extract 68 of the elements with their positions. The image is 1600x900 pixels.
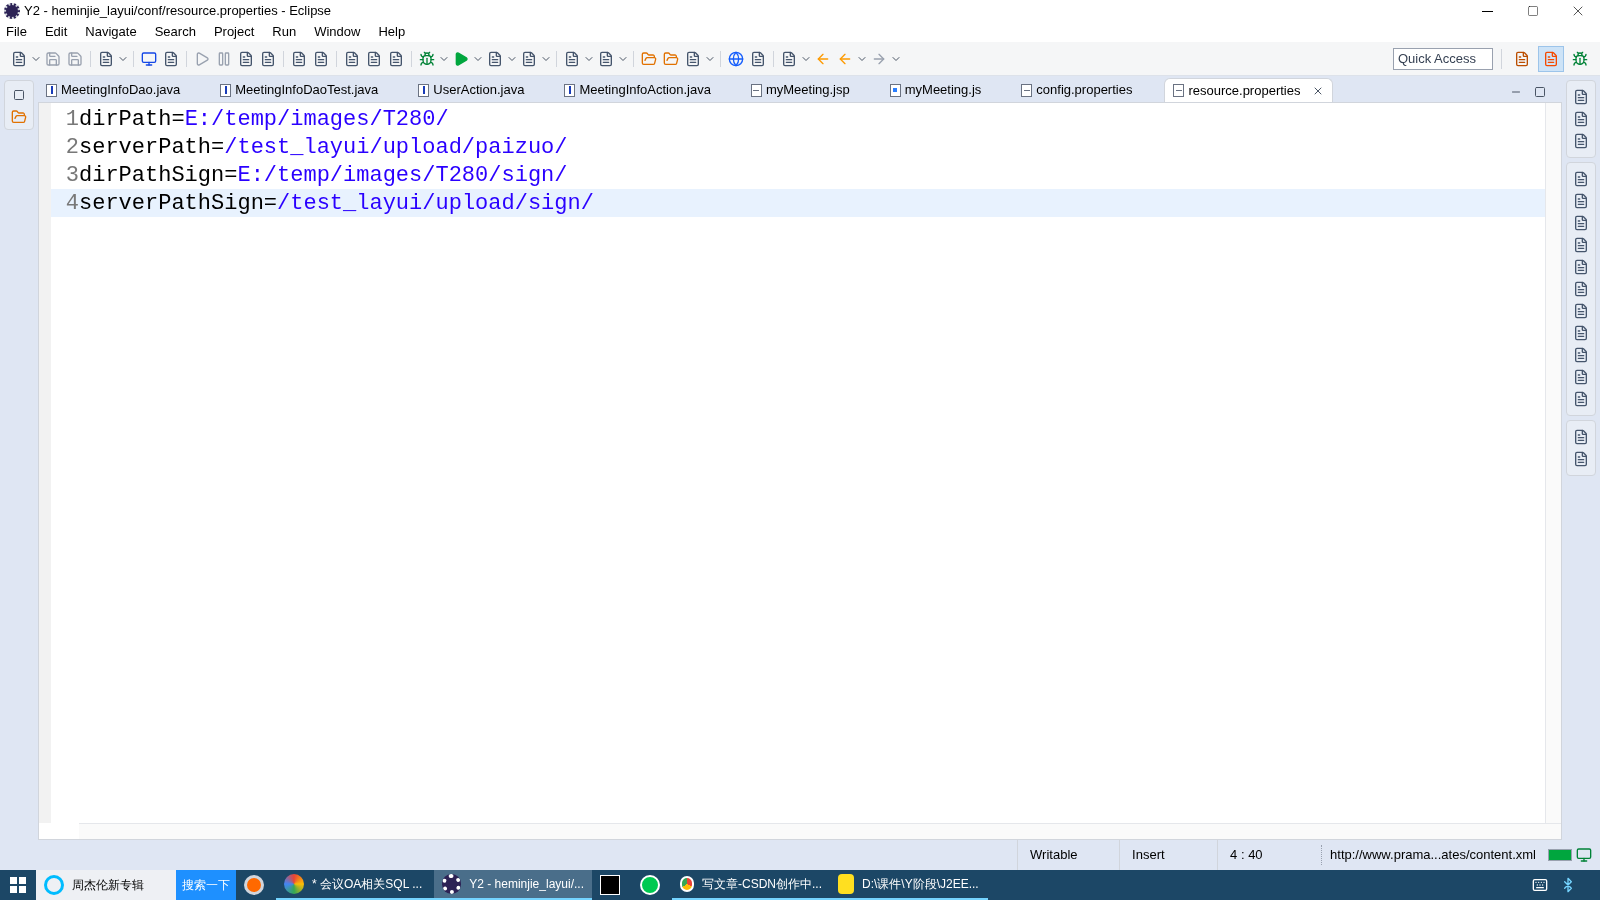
taskbar-button[interactable]: * 会议OA相关SQL ... bbox=[276, 870, 434, 900]
app-icon bbox=[600, 875, 620, 895]
app-icon bbox=[640, 875, 660, 895]
java-file-icon bbox=[564, 83, 576, 97]
view-icon[interactable] bbox=[1573, 369, 1589, 385]
file-icon bbox=[1173, 84, 1185, 97]
editor-tab[interactable]: MeetingInfoDaoTest.java bbox=[212, 78, 387, 102]
taskbar-button[interactable]: D:\课件\Y阶段\J2EE... bbox=[830, 870, 988, 900]
quick-access-field[interactable]: Quick Access bbox=[1393, 47, 1493, 70]
view-icon[interactable] bbox=[1573, 325, 1589, 341]
taskbar-button[interactable]: Y2 - heminjie_layui/... bbox=[434, 870, 592, 900]
view-icon[interactable] bbox=[1573, 391, 1589, 407]
window-title: Y2 - heminjie_layui/conf/resource.properties - Eclipse bbox=[24, 2, 332, 21]
menu-item[interactable]: Window bbox=[312, 22, 363, 42]
maximize-icon[interactable] bbox=[1534, 86, 1546, 98]
view-icon[interactable] bbox=[1573, 303, 1589, 319]
file-icon bbox=[750, 83, 762, 97]
restore-icon[interactable] bbox=[13, 89, 25, 101]
menu-item[interactable]: Help bbox=[376, 22, 408, 42]
view-icon[interactable] bbox=[1573, 133, 1589, 149]
file-icon bbox=[1021, 83, 1033, 97]
java-file-icon bbox=[46, 83, 57, 97]
view-icon[interactable] bbox=[1573, 451, 1589, 467]
editor-tab[interactable]: UserAction.java bbox=[410, 78, 533, 102]
app-icon bbox=[284, 874, 304, 894]
keyboard-icon bbox=[1532, 877, 1548, 893]
perspective-icon[interactable] bbox=[1538, 45, 1564, 72]
line-number: 4 bbox=[64, 189, 79, 218]
menu-item[interactable]: Run bbox=[270, 22, 299, 42]
editor-tab[interactable]: myMeeting.js bbox=[881, 78, 990, 102]
editor-tab[interactable]: myMeeting.jsp bbox=[742, 78, 858, 102]
folder-icon bbox=[838, 874, 854, 894]
view-icon[interactable] bbox=[1573, 171, 1589, 187]
menu-item[interactable]: Project bbox=[211, 22, 257, 42]
menu-item[interactable]: File bbox=[4, 22, 29, 42]
view-icon[interactable] bbox=[1573, 193, 1589, 209]
java-file-icon bbox=[220, 83, 232, 97]
view-icon[interactable] bbox=[1573, 259, 1589, 275]
menu-item[interactable]: Navigate bbox=[83, 22, 139, 42]
menu-item[interactable]: Search bbox=[152, 22, 198, 42]
view-icon[interactable] bbox=[1573, 111, 1589, 127]
monitor-icon bbox=[1576, 847, 1592, 863]
windows-icon bbox=[10, 877, 26, 893]
editor-tab[interactable]: resource.properties bbox=[1164, 78, 1334, 102]
view-icon[interactable] bbox=[1573, 429, 1589, 445]
view-icon[interactable] bbox=[1573, 237, 1589, 253]
view-icon[interactable] bbox=[1573, 347, 1589, 363]
line-number: 1 bbox=[64, 105, 79, 134]
view-icon[interactable] bbox=[1573, 215, 1589, 231]
view-icon[interactable] bbox=[1573, 89, 1589, 105]
line-number: 3 bbox=[64, 161, 79, 190]
restore-icon bbox=[1526, 5, 1539, 17]
js-file-icon bbox=[889, 83, 901, 97]
line-number: 2 bbox=[64, 133, 79, 162]
editor-tab[interactable]: config.properties bbox=[1013, 78, 1141, 102]
view-icon[interactable] bbox=[1573, 281, 1589, 297]
progress-icon bbox=[1548, 849, 1572, 861]
editor-tab[interactable]: MeetingInfoAction.java bbox=[556, 78, 719, 102]
folder-icon[interactable] bbox=[11, 109, 27, 125]
minimize-icon bbox=[1482, 10, 1493, 12]
editor-tab[interactable]: MeetingInfoDao.java bbox=[38, 78, 189, 102]
java-file-icon bbox=[418, 83, 430, 97]
menu-item[interactable]: Edit bbox=[42, 22, 70, 42]
status-url: http://www.prama...ates/content.xml bbox=[1321, 845, 1544, 865]
property-value: /test_layui/upload/sign/ bbox=[277, 189, 594, 218]
taskbar-button[interactable]: 周杰伦新专辑 bbox=[36, 870, 176, 900]
taskbar-button[interactable]: 写文章-CSDN创作中... bbox=[672, 870, 830, 900]
gear-icon bbox=[442, 874, 462, 894]
